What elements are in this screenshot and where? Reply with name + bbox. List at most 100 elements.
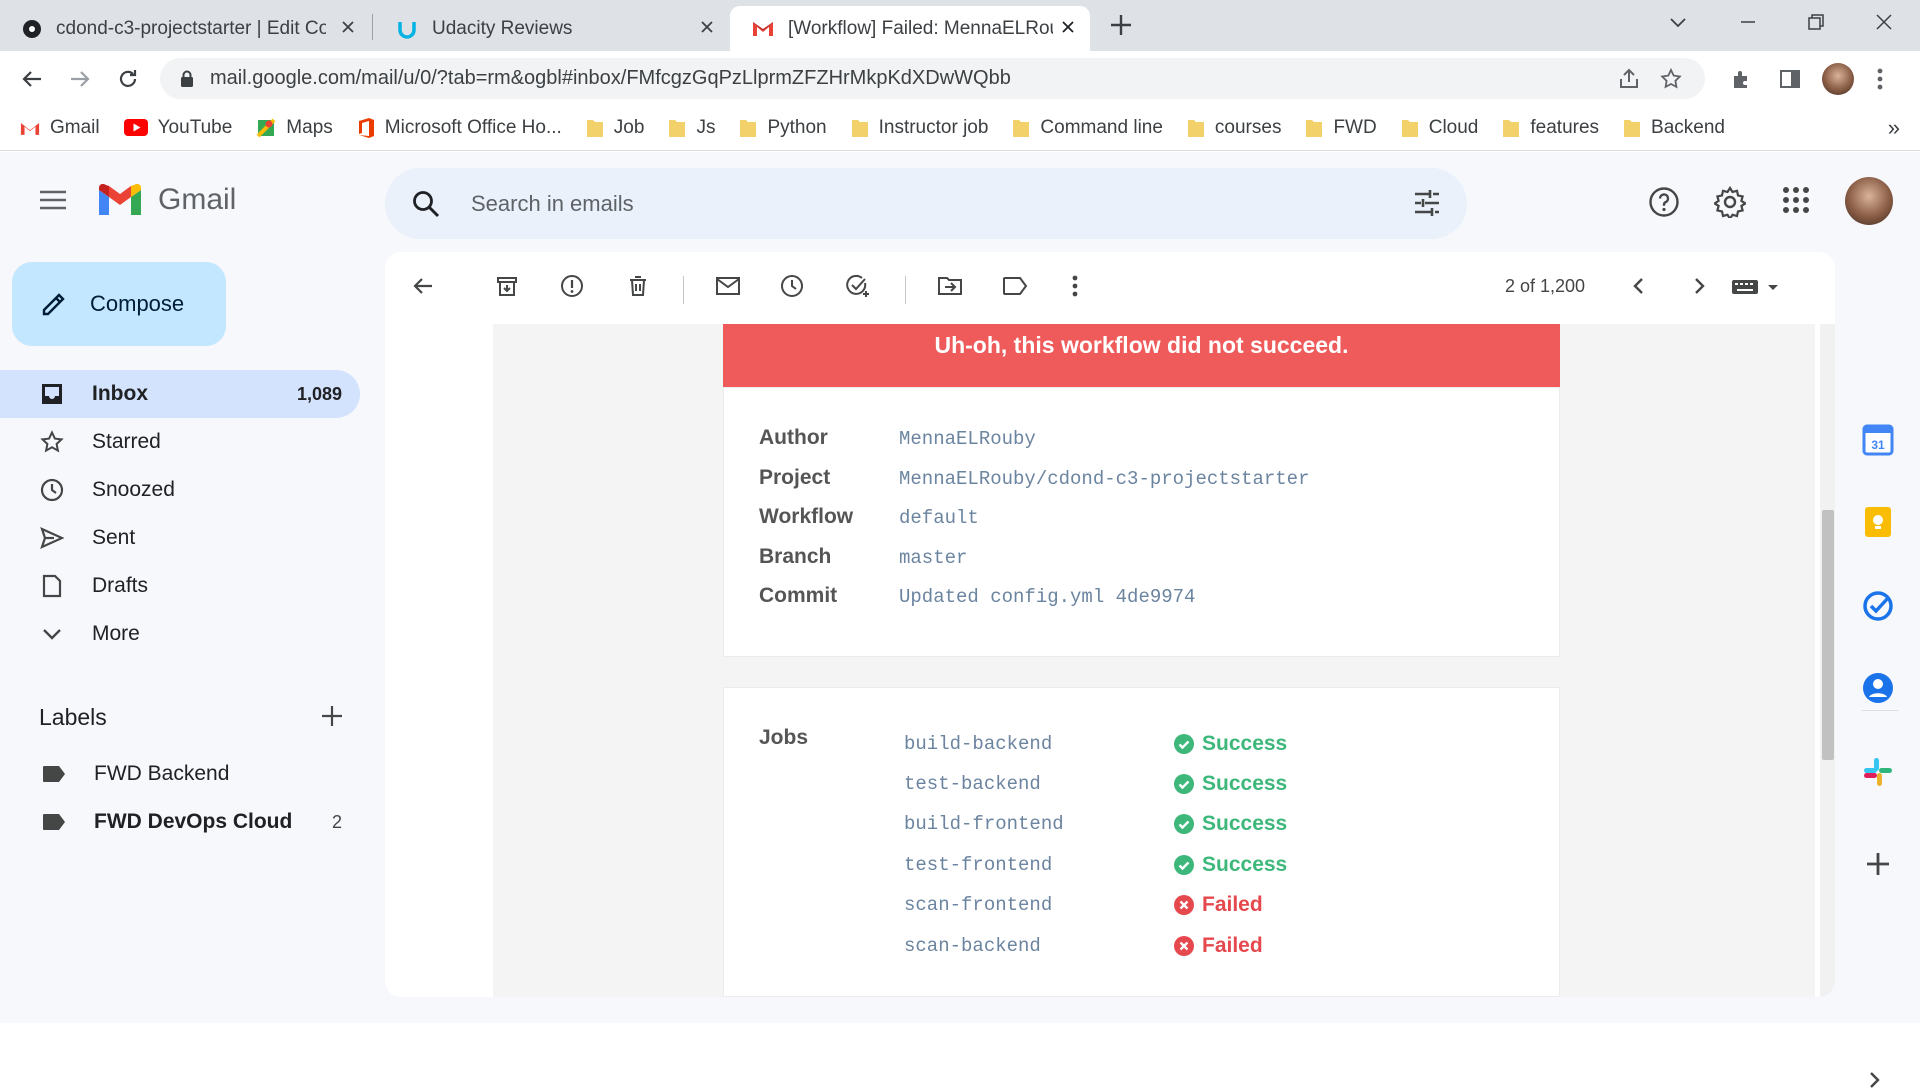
bookmark-label: Job (613, 116, 645, 138)
job-status-text: Success (1202, 853, 1288, 876)
back-arrow-icon[interactable] (20, 67, 44, 91)
new-tab-button[interactable] (1108, 12, 1134, 38)
job-name-link[interactable]: scan-frontend (904, 894, 1174, 916)
bookmark-folder-fwd[interactable]: FWD (1305, 116, 1377, 139)
label-icon[interactable] (1002, 274, 1028, 298)
label-item-fwd-devops-cloud[interactable]: FWD DevOps Cloud 2 (42, 810, 342, 834)
restore-icon[interactable] (1806, 12, 1826, 32)
job-name-link[interactable]: test-backend (904, 773, 1174, 795)
share-icon[interactable] (1617, 67, 1641, 91)
help-icon[interactable] (1648, 186, 1680, 218)
folder-icon (586, 118, 604, 138)
archive-icon[interactable] (495, 274, 519, 298)
bookmark-folder-backend[interactable]: Backend (1623, 117, 1725, 139)
add-label-icon[interactable] (320, 704, 344, 728)
nav-item-sent[interactable]: Sent (0, 514, 360, 562)
job-status: Success (1174, 853, 1287, 877)
keep-icon[interactable] (1862, 506, 1894, 538)
tab-close-icon[interactable] (699, 19, 715, 35)
forward-arrow-icon[interactable] (68, 67, 92, 91)
bookmark-folder-courses[interactable]: courses (1187, 117, 1281, 139)
bookmark-folder-js[interactable]: Js (668, 117, 715, 139)
add-to-tasks-icon[interactable] (845, 274, 871, 298)
label-tag-icon (42, 813, 66, 831)
job-name-link[interactable]: test-frontend (904, 854, 1174, 876)
close-window-icon[interactable] (1874, 12, 1894, 32)
reload-icon[interactable] (116, 67, 140, 91)
extensions-icon[interactable] (1730, 67, 1754, 91)
delete-trash-icon[interactable] (626, 274, 650, 298)
search-input[interactable] (469, 189, 1329, 218)
nav-item-inbox[interactable]: Inbox 1,089 (0, 370, 360, 418)
bookmark-folder-features[interactable]: features (1502, 117, 1599, 139)
browser-tab-gmail[interactable]: [Workflow] Failed: MennaELRouby (730, 6, 1090, 51)
job-name-link[interactable]: build-frontend (904, 813, 1174, 835)
tasks-icon[interactable] (1862, 590, 1894, 622)
bookmark-maps[interactable]: Maps (256, 117, 333, 139)
job-name-link[interactable]: build-backend (904, 733, 1174, 755)
bookmark-youtube[interactable]: YouTube (123, 117, 232, 139)
browser-toolbar: mail.google.com/mail/u/0/?tab=rm&ogbl#in… (0, 51, 1920, 105)
detail-key: Branch (759, 545, 832, 568)
bookmark-folder-job[interactable]: Job (586, 116, 645, 139)
detail-key: Author (759, 426, 828, 449)
slack-icon[interactable] (1862, 756, 1894, 788)
profile-avatar[interactable] (1822, 63, 1854, 95)
scrollbar-thumb[interactable] (1822, 510, 1834, 760)
nav-item-more[interactable]: More (0, 610, 360, 658)
bookmark-star-icon[interactable] (1659, 67, 1683, 91)
search-options-icon[interactable] (1413, 189, 1441, 217)
settings-gear-icon[interactable] (1714, 186, 1746, 218)
address-bar[interactable]: mail.google.com/mail/u/0/?tab=rm&ogbl#in… (160, 58, 1705, 99)
browser-menu-icon[interactable] (1876, 67, 1884, 91)
mark-unread-icon[interactable] (715, 274, 741, 298)
get-addons-icon[interactable] (1862, 848, 1894, 880)
move-to-icon[interactable] (937, 274, 963, 298)
newer-message-icon[interactable] (1627, 274, 1651, 298)
bookmark-folder-cloud[interactable]: Cloud (1401, 117, 1478, 139)
contacts-icon[interactable] (1862, 672, 1894, 704)
bookmark-folder-python[interactable]: Python (739, 117, 827, 139)
report-spam-icon[interactable] (560, 274, 584, 298)
snooze-clock-icon[interactable] (780, 274, 804, 298)
lock-icon[interactable] (180, 70, 194, 88)
email-body: Uh-oh, this workflow did not succeed. Au… (493, 324, 1815, 997)
input-tools-keyboard-icon[interactable] (1730, 274, 1782, 298)
detail-value: MennaELRouby (899, 428, 1036, 450)
search-icon[interactable] (411, 189, 441, 219)
nav-item-snoozed[interactable]: Snoozed (0, 466, 360, 514)
apps-grid-icon[interactable] (1782, 186, 1810, 214)
back-to-inbox-icon[interactable] (411, 274, 435, 298)
tab-search-icon[interactable] (1668, 12, 1688, 32)
main-menu-icon[interactable] (39, 190, 67, 210)
compose-button[interactable]: Compose (12, 262, 226, 346)
gmail-logo[interactable]: Gmail (96, 182, 236, 218)
minimize-icon[interactable] (1738, 12, 1758, 32)
bookmark-office[interactable]: Microsoft Office Ho... (357, 117, 562, 139)
search-bar[interactable] (385, 168, 1467, 239)
url-text[interactable]: mail.google.com/mail/u/0/?tab=rm&ogbl#in… (210, 67, 1011, 90)
browser-tab-udacity[interactable]: Udacity Reviews (374, 6, 729, 51)
side-panel-icon[interactable] (1778, 67, 1802, 91)
bookmark-gmail[interactable]: Gmail (20, 117, 100, 139)
nav-item-drafts[interactable]: Drafts (0, 562, 360, 610)
detail-row-branch: Branch master (759, 545, 967, 569)
label-count: 2 (332, 811, 343, 832)
nav-item-starred[interactable]: Starred (0, 418, 360, 466)
bookmark-folder-instructor-job[interactable]: Instructor job (851, 117, 988, 139)
tab-close-icon[interactable] (1060, 19, 1076, 35)
calendar-icon[interactable]: 31 (1862, 424, 1894, 456)
job-name-link[interactable]: scan-backend (904, 935, 1174, 957)
more-bookmarks-button[interactable]: » (1888, 115, 1900, 141)
label-item-fwd-backend[interactable]: FWD Backend (42, 762, 229, 786)
account-avatar[interactable] (1845, 177, 1893, 225)
detail-row-commit: Commit Updated config.yml 4de9974 (759, 584, 1195, 608)
older-message-icon[interactable] (1687, 274, 1711, 298)
bookmark-label: FWD (1333, 116, 1377, 138)
tab-close-icon[interactable] (340, 19, 356, 35)
more-options-icon[interactable] (1071, 274, 1079, 298)
bookmark-folder-command-line[interactable]: Command line (1012, 117, 1163, 139)
browser-tab-circleci[interactable]: cdond-c3-projectstarter | Edit Co (0, 6, 370, 51)
job-row: test-backend Success (904, 772, 1287, 796)
show-side-panel-icon[interactable] (1862, 1068, 1886, 1092)
